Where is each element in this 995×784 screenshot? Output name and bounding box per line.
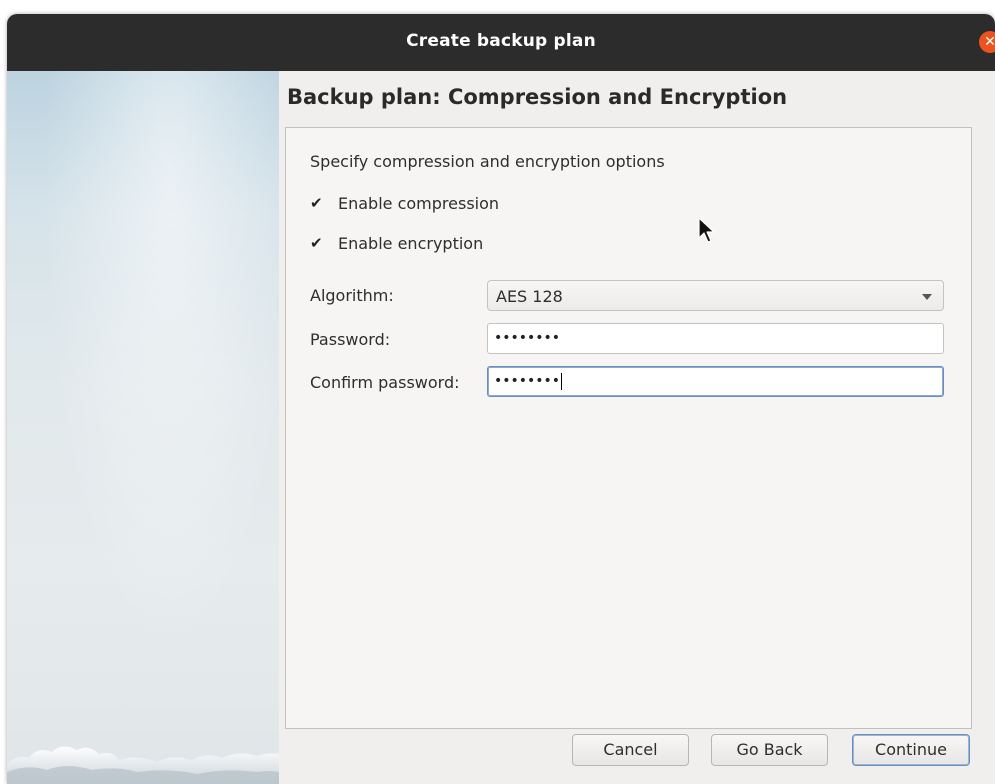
enable-compression-checkbox[interactable]: ✔ Enable compression	[310, 192, 499, 214]
algorithm-dropdown[interactable]: AES 128	[487, 280, 944, 311]
page-title: Backup plan: Compression and Encryption	[287, 85, 788, 109]
text-caret	[561, 372, 563, 390]
enable-compression-label: Enable compression	[338, 193, 500, 213]
enable-encryption-checkbox[interactable]: ✔ Enable encryption	[310, 232, 483, 254]
go-back-button[interactable]: Go Back	[711, 734, 828, 766]
confirm-password-value: ••••••••	[494, 373, 561, 389]
cancel-button[interactable]: Cancel	[572, 734, 689, 766]
password-label: Password:	[310, 330, 391, 349]
mouse-pointer-icon	[698, 217, 715, 243]
password-value: ••••••••	[494, 330, 561, 346]
algorithm-label: Algorithm:	[310, 286, 394, 305]
password-field[interactable]: ••••••••	[487, 323, 944, 354]
clouds-image	[7, 746, 279, 784]
chevron-down-icon	[922, 294, 932, 300]
confirm-password-field[interactable]: ••••••••	[487, 366, 944, 397]
title-bar[interactable]: Create backup plan ✕	[7, 14, 995, 71]
enable-encryption-label: Enable encryption	[338, 233, 484, 253]
options-panel: Specify compression and encryption optio…	[285, 127, 972, 729]
sidebar-sky-image	[7, 71, 279, 784]
section-subtitle: Specify compression and encryption optio…	[310, 152, 665, 171]
confirm-password-label: Confirm password:	[310, 373, 460, 392]
close-icon[interactable]: ✕	[979, 31, 995, 53]
checkmark-icon: ✔	[310, 194, 323, 212]
continue-button[interactable]: Continue	[852, 734, 970, 766]
sky-glow	[7, 71, 279, 784]
checkmark-icon: ✔	[310, 234, 323, 252]
window-title: Create backup plan	[406, 31, 596, 51]
algorithm-value: AES 128	[496, 287, 563, 306]
dialog-window: Create backup plan ✕ Backup plan: Compre…	[7, 14, 995, 784]
